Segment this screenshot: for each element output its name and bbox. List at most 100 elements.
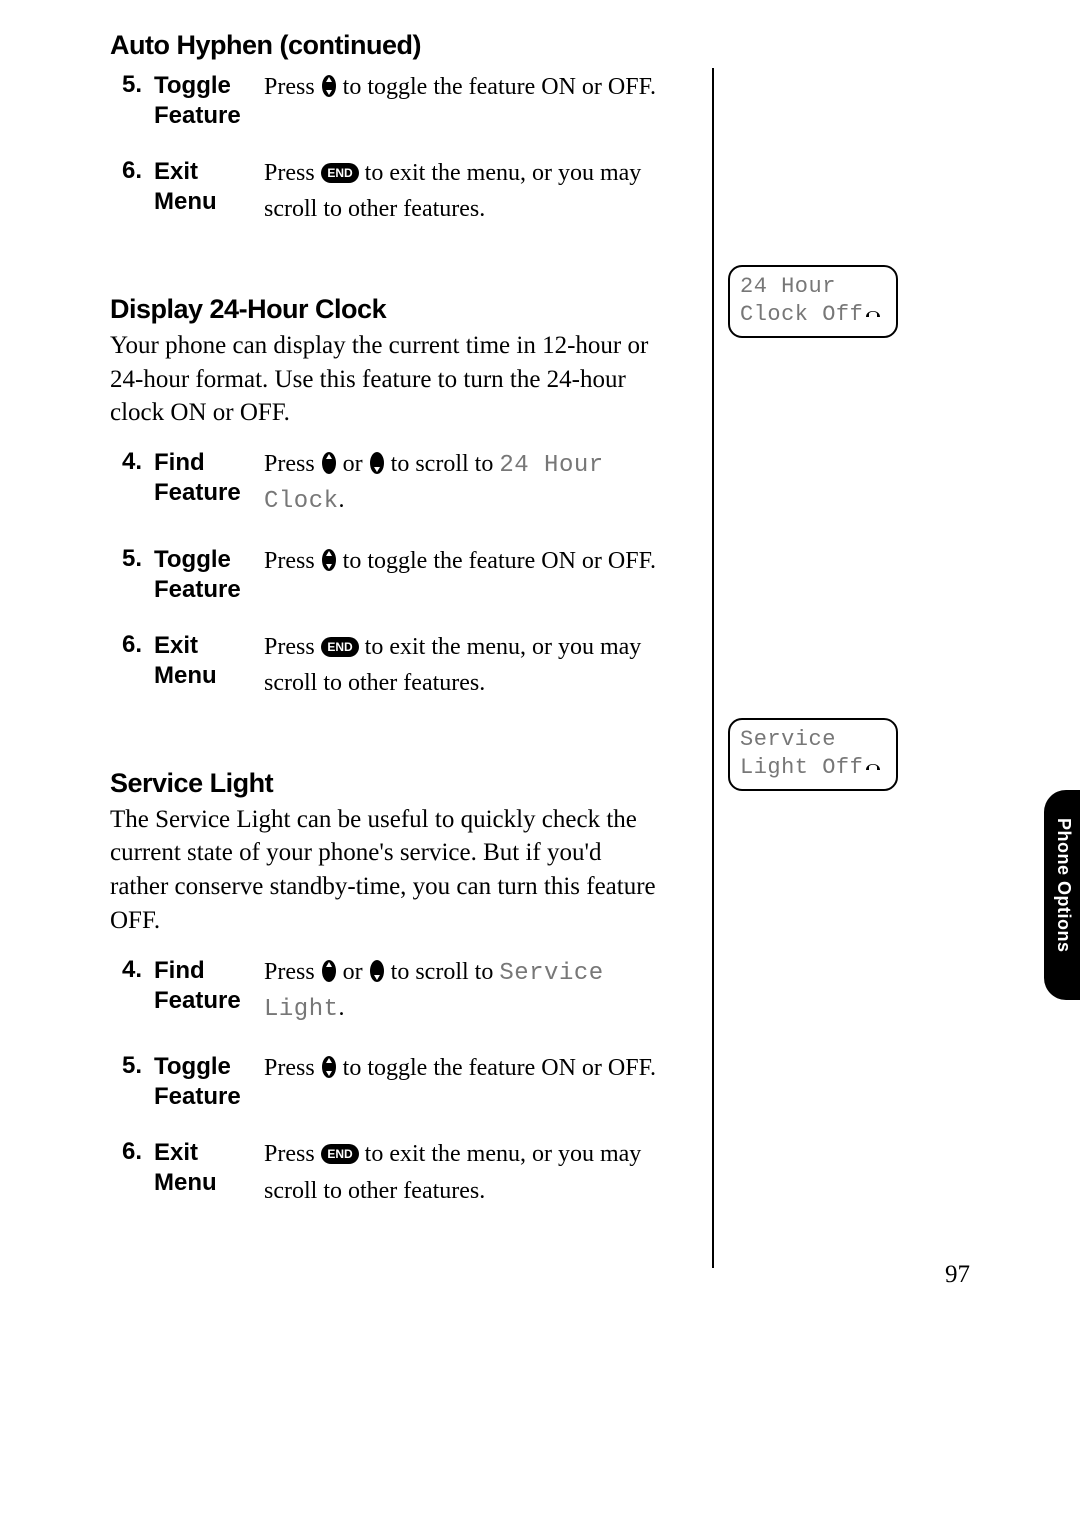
text: Press	[264, 1141, 321, 1167]
scroll-key-icon	[321, 548, 337, 581]
step-label-line: Toggle	[154, 72, 231, 99]
step-label: Find Feature	[154, 448, 264, 508]
step-description: Press to toggle the feature ON or OFF.	[264, 1052, 665, 1088]
svg-text:END: END	[327, 640, 353, 654]
step-label-line: Feature	[154, 1083, 241, 1110]
up-key-icon	[321, 959, 337, 992]
step-number: 5.	[122, 71, 154, 99]
phone-icon	[863, 756, 883, 784]
step-label: Exit Menu	[154, 1138, 264, 1198]
display-callout-service-light: Service Light Off	[728, 718, 898, 791]
step-label-line: Find	[154, 449, 205, 476]
step-description: Press to toggle the feature ON or OFF.	[264, 71, 665, 107]
step-label-line: Feature	[154, 479, 241, 506]
step-description: Press or to scroll to 24 Hour Clock.	[264, 448, 665, 519]
step-number: 5.	[122, 545, 154, 573]
step-label: Exit Menu	[154, 631, 264, 691]
text: Press	[264, 959, 321, 985]
thumb-tab-label: Phone Options	[1053, 818, 1074, 953]
text: Press	[264, 548, 321, 574]
step-label-line: Exit	[154, 158, 198, 185]
up-key-icon	[321, 451, 337, 484]
manual-page: Auto Hyphen (continued) 5. Toggle Featur…	[0, 0, 1080, 1524]
step-label: Toggle Feature	[154, 545, 264, 605]
step-description: Press END to exit the menu, or you may s…	[264, 631, 665, 700]
end-key-icon: END	[321, 1142, 359, 1174]
text: or	[337, 959, 369, 985]
step-label: Toggle Feature	[154, 71, 264, 131]
step-description: Press to toggle the feature ON or OFF.	[264, 545, 665, 581]
page-number: 97	[945, 1261, 970, 1289]
step-row: 4. Find Feature Press or to scroll to 24…	[122, 448, 665, 519]
step-number: 4.	[122, 448, 154, 476]
step-label-line: Feature	[154, 102, 241, 129]
step-description: Press END to exit the menu, or you may s…	[264, 1138, 665, 1207]
step-number: 4.	[122, 956, 154, 984]
step-label-line: Exit	[154, 1139, 198, 1166]
step-description: Press END to exit the menu, or you may s…	[264, 157, 665, 226]
step-label-line: Menu	[154, 188, 217, 215]
text: .	[339, 995, 345, 1021]
section-heading-auto-hyphen: Auto Hyphen (continued)	[110, 30, 665, 61]
text: scroll to other features.	[264, 196, 485, 222]
text: Press	[264, 634, 321, 660]
step-label-line: Toggle	[154, 1053, 231, 1080]
step-row: 6. Exit Menu Press END to exit the menu,…	[122, 631, 665, 700]
step-label-line: Menu	[154, 1169, 217, 1196]
display-line: 24 Hour	[740, 273, 886, 301]
step-number: 5.	[122, 1052, 154, 1080]
step-label: Toggle Feature	[154, 1052, 264, 1112]
text: Press	[264, 160, 321, 186]
text: to scroll to	[385, 451, 500, 477]
step-number: 6.	[122, 631, 154, 659]
text: .	[339, 487, 345, 513]
main-column: Auto Hyphen (continued) 5. Toggle Featur…	[110, 30, 665, 1233]
step-row: 4. Find Feature Press or to scroll to Se…	[122, 956, 665, 1027]
display-line: Service	[740, 726, 886, 754]
step-number: 6.	[122, 1138, 154, 1166]
step-label: Find Feature	[154, 956, 264, 1016]
step-row: 5. Toggle Feature Press to toggle the fe…	[122, 71, 665, 131]
end-key-icon: END	[321, 635, 359, 667]
text: to exit the menu, or you may	[359, 160, 642, 186]
svg-text:END: END	[327, 1147, 353, 1161]
step-label-line: Feature	[154, 987, 241, 1014]
text: to toggle the feature ON or OFF.	[337, 1055, 656, 1081]
display-callout-24h-clock: 24 Hour Clock Off	[728, 265, 898, 338]
step-label-line: Find	[154, 957, 205, 984]
text: Clock Off	[740, 302, 863, 327]
text: to toggle the feature ON or OFF.	[337, 74, 656, 100]
step-description: Press or to scroll to Service Light.	[264, 956, 665, 1027]
section-intro: The Service Light can be useful to quick…	[110, 803, 665, 938]
text: to toggle the feature ON or OFF.	[337, 548, 656, 574]
scroll-key-icon	[321, 74, 337, 107]
down-key-icon	[369, 451, 385, 484]
end-key-icon: END	[321, 161, 359, 193]
text: or	[337, 451, 369, 477]
column-divider	[712, 68, 714, 1268]
step-label-line: Exit	[154, 632, 198, 659]
text: Press	[264, 1055, 321, 1081]
text: to exit the menu, or you may	[359, 634, 642, 660]
text: Press	[264, 74, 321, 100]
side-column: 24 Hour Clock Off Service Light Off	[728, 265, 898, 1171]
step-row: 6. Exit Menu Press END to exit the menu,…	[122, 157, 665, 226]
step-label-line: Menu	[154, 662, 217, 689]
step-number: 6.	[122, 157, 154, 185]
scroll-key-icon	[321, 1055, 337, 1088]
text: scroll to other features.	[264, 670, 485, 696]
text: to exit the menu, or you may	[359, 1141, 642, 1167]
thumb-tab-phone-options: Phone Options	[1044, 790, 1080, 1000]
step-row: 5. Toggle Feature Press to toggle the fe…	[122, 545, 665, 605]
text: scroll to other features.	[264, 1178, 485, 1204]
display-line: Light Off	[740, 754, 886, 784]
section-heading-service-light: Service Light	[110, 768, 665, 799]
text: Press	[264, 451, 321, 477]
down-key-icon	[369, 959, 385, 992]
text: Light Off	[740, 755, 863, 780]
step-label-line: Feature	[154, 576, 241, 603]
display-line: Clock Off	[740, 301, 886, 331]
step-row: 6. Exit Menu Press END to exit the menu,…	[122, 1138, 665, 1207]
section-heading-24h-clock: Display 24-Hour Clock	[110, 294, 665, 325]
text: to scroll to	[385, 959, 500, 985]
